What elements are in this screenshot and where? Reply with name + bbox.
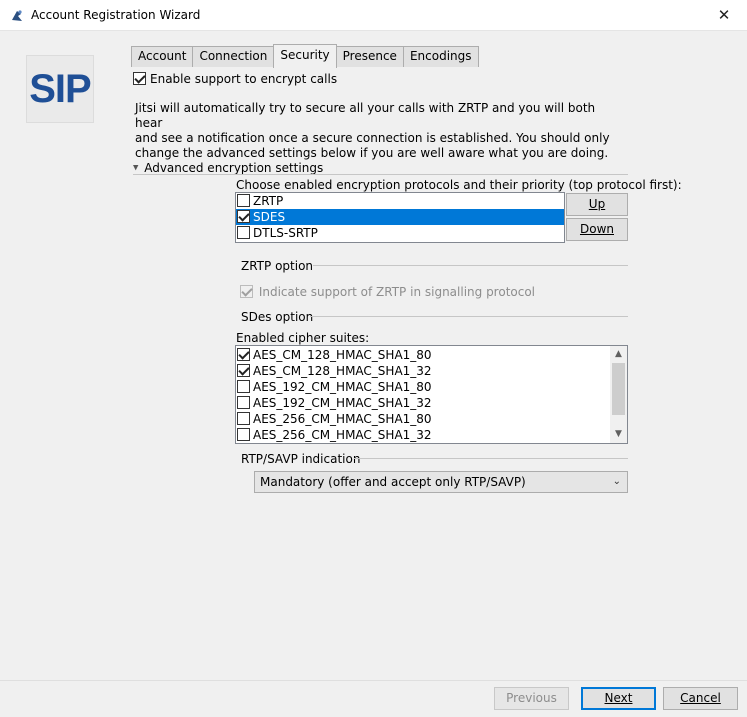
enable-encryption-label: Enable support to encrypt calls xyxy=(150,71,338,86)
rtp-savp-value: Mandatory (offer and accept only RTP/SAV… xyxy=(260,475,526,489)
list-item[interactable]: AES_192_CM_HMAC_SHA1_80 xyxy=(236,379,610,395)
down-button-label: Down xyxy=(579,222,614,236)
description-line: change the advanced settings below if yo… xyxy=(135,146,609,160)
list-item[interactable]: AES_CM_128_HMAC_SHA1_32 xyxy=(236,363,610,379)
zrtp-indicate-label: Indicate support of ZRTP in signalling p… xyxy=(258,284,536,299)
scroll-thumb[interactable] xyxy=(612,363,625,415)
list-item[interactable]: AES_CM_128_HMAC_SHA1_80 xyxy=(236,347,610,363)
divider xyxy=(313,265,628,266)
cipher-checkbox[interactable] xyxy=(237,380,250,393)
cipher-label: AES_192_CM_HMAC_SHA1_32 xyxy=(253,396,432,410)
protocol-label: ZRTP xyxy=(253,194,284,208)
scroll-up-icon[interactable]: ▲ xyxy=(610,346,627,363)
list-item[interactable]: ZRTP xyxy=(236,193,564,209)
chevron-down-icon: ⌄ xyxy=(612,476,621,487)
list-item[interactable]: AES_256_CM_HMAC_SHA1_32 xyxy=(236,427,610,443)
cipher-scrollbar[interactable]: ▲ ▼ xyxy=(610,346,627,443)
list-item[interactable]: AES_192_CM_HMAC_SHA1_32 xyxy=(236,395,610,411)
title-bar: Account Registration Wizard ✕ xyxy=(0,0,747,31)
next-button-label: Next xyxy=(604,691,633,705)
cipher-checkbox[interactable] xyxy=(237,428,250,441)
description-line: and see a notification once a secure con… xyxy=(135,131,610,145)
up-button[interactable]: Up xyxy=(566,193,628,216)
tab-security[interactable]: Security xyxy=(273,44,337,68)
zrtp-indicate-checkbox xyxy=(240,285,253,298)
rtp-savp-heading: RTP/SAVP indication xyxy=(241,452,361,466)
enable-encryption-row[interactable]: Enable support to encrypt calls xyxy=(133,71,337,86)
scroll-down-icon[interactable]: ▼ xyxy=(610,426,627,443)
protocol-label: DTLS-SRTP xyxy=(253,226,318,240)
cipher-checkbox[interactable] xyxy=(237,348,250,361)
cipher-label: AES_CM_128_HMAC_SHA1_32 xyxy=(253,364,432,378)
cipher-checkbox[interactable] xyxy=(237,364,250,377)
down-button[interactable]: Down xyxy=(566,218,628,241)
tab-connection[interactable]: Connection xyxy=(192,46,275,67)
up-button-label: Up xyxy=(588,197,606,211)
previous-button[interactable]: Previous xyxy=(494,687,569,710)
tab-encodings[interactable]: Encodings xyxy=(402,46,479,67)
cipher-label: AES_256_CM_HMAC_SHA1_32 xyxy=(253,428,432,442)
triangle-down-icon: ▼ xyxy=(133,163,139,172)
jitsi-app-icon xyxy=(12,10,22,21)
cipher-label: AES_CM_128_HMAC_SHA1_80 xyxy=(253,348,432,362)
list-item[interactable]: DTLS-SRTP xyxy=(236,225,564,241)
cipher-checkbox[interactable] xyxy=(237,396,250,409)
sip-logo: SIP xyxy=(26,55,94,123)
cancel-button[interactable]: Cancel xyxy=(663,687,738,710)
close-icon[interactable]: ✕ xyxy=(701,0,747,31)
cancel-button-label: Cancel xyxy=(680,691,721,705)
list-item[interactable]: SDES xyxy=(236,209,564,225)
sdes-option-heading: SDes option xyxy=(241,310,314,324)
divider xyxy=(310,316,628,317)
divider xyxy=(354,458,628,459)
tab-presence[interactable]: Presence xyxy=(335,46,404,67)
protocol-label: SDES xyxy=(253,210,286,224)
description-line: Jitsi will automatically try to secure a… xyxy=(135,101,596,130)
protocol-checkbox[interactable] xyxy=(237,226,250,239)
zrtp-option-heading: ZRTP option xyxy=(241,259,314,273)
cipher-label: AES_192_CM_HMAC_SHA1_80 xyxy=(253,380,432,394)
ciphers-label: Enabled cipher suites: xyxy=(236,331,370,345)
security-description: Jitsi will automatically try to secure a… xyxy=(135,101,615,161)
cipher-checkbox[interactable] xyxy=(237,412,250,425)
enable-encryption-checkbox[interactable] xyxy=(133,72,146,85)
advanced-settings-toggle[interactable]: ▼ Advanced encryption settings xyxy=(133,160,323,175)
protocol-checkbox[interactable] xyxy=(237,194,250,207)
protocols-list[interactable]: ZRTP SDES DTLS-SRTP xyxy=(235,192,565,243)
tab-bar: Account Connection Security Presence Enc… xyxy=(131,44,479,68)
protocol-checkbox[interactable] xyxy=(237,210,250,223)
rtp-savp-select[interactable]: Mandatory (offer and accept only RTP/SAV… xyxy=(254,471,628,493)
next-button[interactable]: Next xyxy=(581,687,656,710)
cipher-suites-list[interactable]: AES_CM_128_HMAC_SHA1_80 AES_CM_128_HMAC_… xyxy=(235,345,628,444)
list-item[interactable]: AES_256_CM_HMAC_SHA1_80 xyxy=(236,411,610,427)
tab-account[interactable]: Account xyxy=(131,46,194,67)
advanced-settings-label: Advanced encryption settings xyxy=(144,160,324,175)
zrtp-indicate-row: Indicate support of ZRTP in signalling p… xyxy=(240,284,535,299)
footer-divider xyxy=(0,680,747,681)
window-title: Account Registration Wizard xyxy=(31,8,201,22)
protocols-label: Choose enabled encryption protocols and … xyxy=(236,178,682,192)
divider xyxy=(133,174,628,175)
cipher-label: AES_256_CM_HMAC_SHA1_80 xyxy=(253,412,432,426)
